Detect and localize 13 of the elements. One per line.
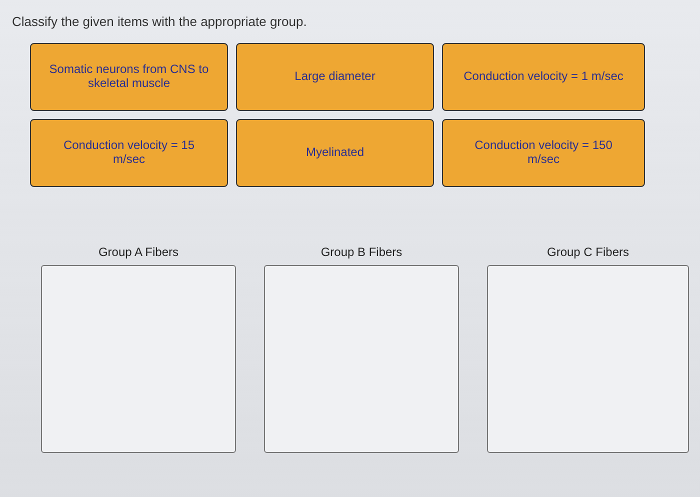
group-title: Group C Fibers (546, 245, 630, 259)
group-title: Group B Fibers (320, 245, 402, 259)
draggable-item-card[interactable]: Conduction velocity = 15 m/sec (30, 119, 228, 187)
drop-zone[interactable] (487, 265, 689, 453)
instruction-text: Classify the given items with the appropriate group. (12, 14, 308, 29)
drop-zone[interactable] (41, 265, 236, 453)
draggable-item-card[interactable]: Large diameter (236, 43, 434, 111)
draggable-item-card[interactable]: Somatic neurons from CNS to skeletal muscle (30, 43, 228, 111)
draggable-item-card[interactable]: Conduction velocity = 1 m/sec (442, 43, 645, 111)
draggable-item-card[interactable]: Myelinated (236, 119, 434, 187)
draggable-item-card[interactable]: Conduction velocity = 150 m/sec (442, 119, 645, 187)
drop-zone[interactable] (264, 265, 459, 453)
group-title: Group A Fibers (98, 245, 179, 259)
